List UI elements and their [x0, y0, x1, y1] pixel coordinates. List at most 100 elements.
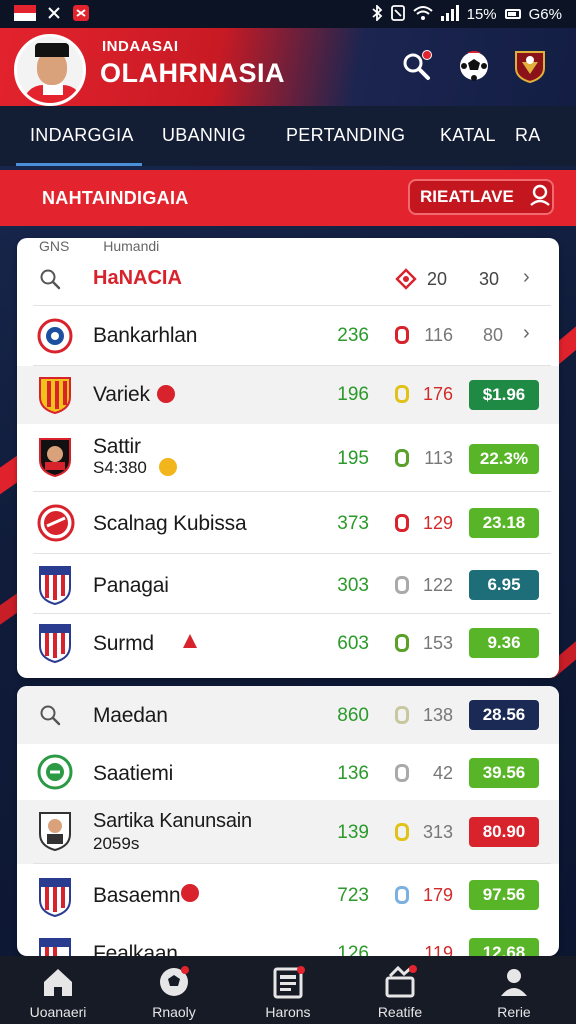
- team-name: Bankarhlan: [93, 324, 198, 347]
- team-name: Saatiemi: [93, 762, 174, 785]
- card-header-row[interactable]: HaNACIA 20 30 ›: [17, 252, 559, 306]
- header-value-b: 30: [479, 269, 500, 289]
- table-row[interactable]: Scalnag Kubissa 373 129 23.18: [17, 492, 559, 554]
- odds-pill[interactable]: 39.56: [469, 758, 539, 788]
- stats-icon: [382, 964, 418, 1000]
- bottom-nav-ball[interactable]: Rnaoly: [124, 964, 224, 1020]
- avatar[interactable]: [14, 34, 86, 106]
- home-icon: [40, 964, 76, 1000]
- team-sub: 2059s: [93, 834, 140, 853]
- bottom-nav-stats[interactable]: Reatife: [350, 964, 450, 1020]
- bottom-nav: Uoanaeri Rnaoly Harons Reatife Rerie: [0, 956, 576, 1024]
- value-a: 126: [337, 943, 369, 956]
- team-logo-icon: [37, 564, 73, 611]
- bluetooth-icon: [371, 3, 383, 24]
- table-row[interactable]: Sartika Kanunsain 2059s 139 313 80.90: [17, 800, 559, 864]
- team-name: Fealkaan: [93, 942, 178, 956]
- value-b: 176: [422, 384, 453, 404]
- team-name: Maedan: [93, 704, 168, 727]
- tab-pertanding[interactable]: PERTANDING: [286, 125, 405, 146]
- search-icon[interactable]: [39, 704, 61, 731]
- news-icon: [270, 964, 306, 1000]
- value-a: 139: [337, 822, 369, 843]
- signal-icon: [440, 4, 459, 24]
- value-a: 373: [337, 513, 369, 534]
- profile-icon: [496, 964, 532, 1000]
- team-name: Sartika Kanunsain: [93, 810, 252, 832]
- tab-ra[interactable]: RA: [515, 125, 541, 146]
- team-name: Surmd: [93, 632, 154, 655]
- flag-icon: [14, 4, 36, 24]
- team-logo-icon: [37, 504, 75, 547]
- team-logo-icon: [37, 810, 73, 857]
- section-banner: NAHTAINDIGAIA RIEATLAVE: [0, 170, 576, 226]
- team-logo-icon: [37, 318, 73, 359]
- live-button[interactable]: RIEATLAVE: [408, 179, 554, 215]
- chevron-right-icon[interactable]: ›: [523, 322, 530, 345]
- table-row[interactable]: Fealkaan 126 119 12.68: [17, 926, 559, 956]
- team-crest-button[interactable]: [510, 48, 550, 88]
- live-button-label: RIEATLAVE: [420, 187, 514, 206]
- search-icon[interactable]: [39, 268, 61, 295]
- odds-pill[interactable]: 97.56: [469, 880, 539, 910]
- table-row[interactable]: Panagai 303 122 6.95: [17, 554, 559, 614]
- filter-icon[interactable]: [395, 268, 417, 295]
- tab-katal[interactable]: KATAL: [440, 125, 496, 146]
- table-row[interactable]: Bankarhlan 236 116 80 ›: [17, 306, 559, 366]
- value-b: 122: [422, 575, 453, 595]
- value-b: 113: [424, 448, 453, 468]
- value-b: 42: [432, 763, 453, 783]
- table-row[interactable]: Sattir S4:380 195 113 22.3%: [17, 424, 559, 492]
- battery-percent: 15%: [466, 5, 497, 23]
- team-name: Basaemn: [93, 884, 181, 907]
- notification-badge: [422, 50, 432, 60]
- bottom-nav-label: Rerie: [497, 1004, 531, 1020]
- value-b: 179: [422, 885, 453, 905]
- odds-pill[interactable]: 6.95: [469, 570, 539, 600]
- team-logo-icon: [37, 754, 73, 795]
- table-row[interactable]: Surmd 603 153 9.36: [17, 614, 559, 674]
- bottom-nav-home[interactable]: Uoanaeri: [8, 964, 108, 1020]
- table-row[interactable]: Saatiemi 136 42 39.56: [17, 744, 559, 800]
- bottom-nav-profile[interactable]: Rerie: [464, 964, 564, 1020]
- table-row[interactable]: Variek 196 176 $1.96: [17, 366, 559, 424]
- tools-icon: [46, 5, 62, 24]
- live-indicator-icon: [181, 632, 199, 655]
- table-row[interactable]: Basaemn 723 179 97.56: [17, 864, 559, 926]
- ball-button[interactable]: [454, 48, 494, 88]
- odds-pill[interactable]: 80.90: [469, 817, 539, 847]
- odds-pill[interactable]: 22.3%: [469, 444, 539, 474]
- team-name: Panagai: [93, 574, 169, 597]
- bottom-nav-label: Reatife: [377, 1004, 423, 1020]
- bottom-nav-news[interactable]: Harons: [238, 964, 338, 1020]
- odds-pill[interactable]: $1.96: [469, 380, 539, 410]
- chevron-right-icon[interactable]: ›: [523, 266, 530, 289]
- team-logo-icon: [37, 436, 73, 483]
- tab-ubannig[interactable]: UBANNIG: [162, 125, 246, 146]
- value-a: 723: [337, 885, 369, 906]
- odds-pill[interactable]: 23.18: [469, 508, 539, 538]
- odds-pill[interactable]: 12.68: [469, 938, 539, 956]
- table-row[interactable]: Maedan 860 138 28.56: [17, 686, 559, 744]
- wifi-icon: [412, 5, 433, 24]
- user-icon: [528, 183, 552, 212]
- value-a: 303: [337, 575, 369, 596]
- team-logo-icon: [37, 375, 73, 420]
- value-a: 603: [337, 633, 369, 654]
- team-logo-icon: [37, 936, 73, 956]
- value-a: 196: [337, 384, 369, 405]
- soccer-ball-icon: [156, 964, 192, 1000]
- team-name: Variek: [93, 383, 150, 406]
- live-dot-icon: [157, 385, 175, 403]
- standings-card: GNS Humandi HaNACIA 20 30 › Bankarhlan 2…: [17, 238, 559, 678]
- search-button[interactable]: [396, 48, 436, 88]
- odds-pill[interactable]: 9.36: [469, 628, 539, 658]
- card-header-title: HaNACIA: [93, 267, 182, 289]
- value-a: 136: [337, 763, 369, 784]
- value-b: 138: [422, 705, 453, 725]
- odds-pill[interactable]: 28.56: [469, 700, 539, 730]
- tab-indarggia[interactable]: INDARGGIA: [30, 125, 134, 146]
- bottom-nav-label: Harons: [265, 1004, 311, 1020]
- bottom-nav-label: Uoanaeri: [29, 1004, 87, 1020]
- value-a: 236: [337, 325, 369, 346]
